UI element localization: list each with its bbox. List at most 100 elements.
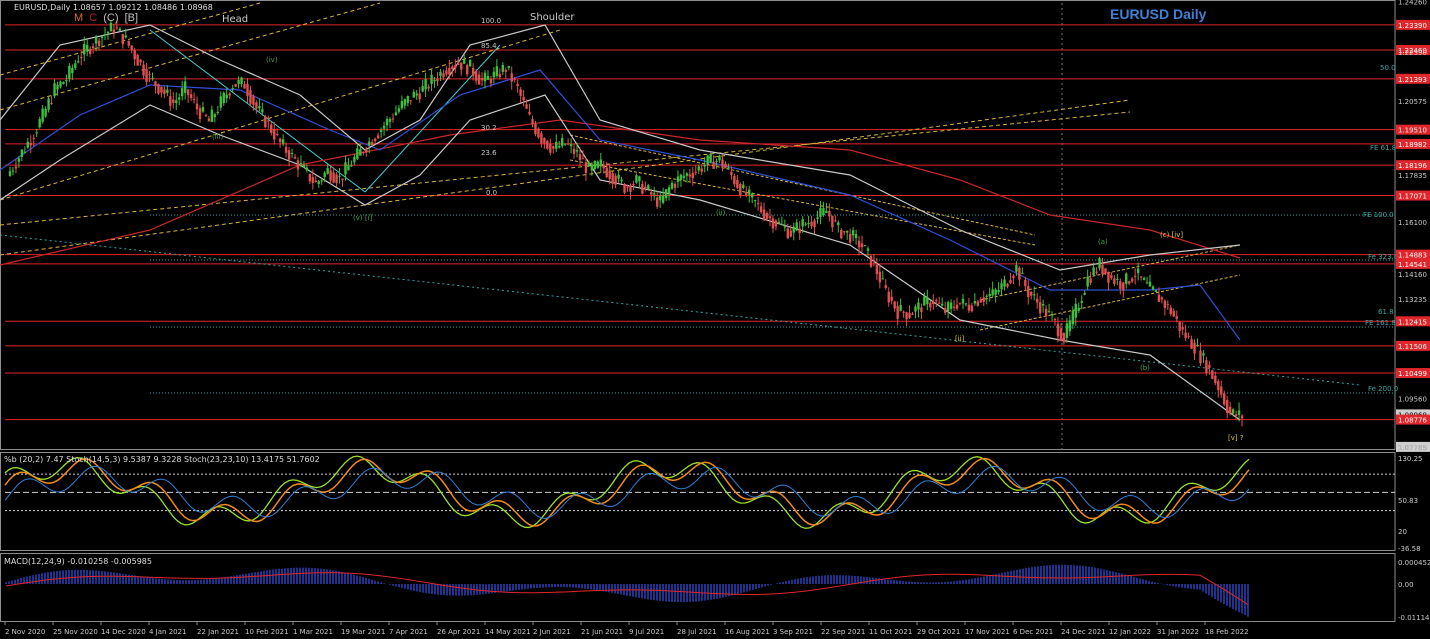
date-label: 26 Apr 2021 [437, 628, 480, 636]
candle-body [587, 162, 591, 167]
date-label: 28 Jul 2021 [677, 628, 717, 636]
candle-body [501, 65, 505, 72]
mode-button-m[interactable]: M [74, 12, 83, 24]
candle-body [831, 215, 834, 228]
price-tick: 1.14160 [1398, 271, 1427, 279]
candle-body [406, 96, 410, 103]
macd-tick: -0.011149 [1398, 614, 1430, 622]
candle-body [617, 174, 620, 179]
candle-body [519, 89, 522, 96]
candle-body [284, 146, 288, 153]
candle-body [145, 69, 148, 82]
candle-body [750, 193, 754, 198]
candle-body [347, 165, 350, 171]
candle-body [8, 171, 12, 176]
candle-body [44, 108, 47, 117]
candle-body [1044, 308, 1048, 317]
chart-annotation: Fe 200.0 [1368, 385, 1398, 393]
candle-body [1169, 307, 1172, 315]
candle-body [923, 296, 926, 306]
candle-body [1187, 335, 1190, 337]
candle-body [237, 80, 240, 85]
price-tick: 1.09560 [1398, 395, 1427, 403]
candle-body [1211, 370, 1214, 379]
mode-button-c[interactable]: C [89, 12, 97, 24]
candle-body [379, 130, 383, 132]
candle-body [1166, 304, 1170, 306]
candle-body [1086, 276, 1089, 287]
candle-body [41, 108, 44, 122]
candle-body [293, 156, 297, 159]
candle-body [507, 65, 510, 68]
candle-body [1104, 268, 1107, 274]
candle-body [730, 171, 733, 176]
candle-body [341, 178, 344, 180]
candle-body [834, 220, 837, 222]
price-tick: 1.19510 [1398, 127, 1427, 135]
candle-body [460, 62, 463, 70]
mode-button-c-paren[interactable]: (C) [103, 12, 118, 24]
candle-body [893, 301, 896, 309]
candle-body [688, 174, 692, 177]
candle-body [344, 162, 347, 175]
candle-body [638, 176, 641, 182]
candle-body [400, 101, 404, 109]
price-label: 1.23390 [1398, 22, 1427, 30]
candle-body [424, 79, 427, 90]
candle-body [884, 285, 887, 289]
candle-body [694, 171, 697, 173]
candle-body [611, 173, 614, 184]
chart-annotation: (iv) [266, 56, 278, 64]
candle-body [409, 100, 412, 102]
candle-body [47, 98, 50, 110]
candle-body [88, 48, 92, 54]
candle-body [558, 146, 561, 148]
candle-body [783, 226, 787, 228]
price-label: 1.12415 [1398, 318, 1427, 326]
stoch-header: %b (20,2) 7.47 Stoch(14,5,3) 9.5387 9.32… [4, 455, 320, 464]
candle-body [1107, 271, 1110, 283]
candle-body [370, 142, 374, 146]
candle-body [881, 278, 885, 280]
candle-body [920, 307, 923, 312]
candle-body [163, 89, 166, 94]
candle-body [890, 296, 893, 301]
candle-body [38, 119, 41, 128]
candle-body [169, 96, 172, 106]
chart-annotation: 50.0 [1380, 64, 1396, 72]
candle-body [982, 297, 985, 302]
mode-button-b[interactable]: [B] [125, 12, 138, 24]
date-label: 10 Feb 2021 [245, 628, 289, 636]
candle-body [362, 152, 365, 154]
candle-body [281, 139, 285, 144]
chart-annotation: (a) [1098, 238, 1108, 246]
candle-body [1053, 319, 1057, 321]
candle-body [682, 175, 686, 178]
candle-body [1154, 290, 1158, 292]
price-label: 1.08776 [1398, 417, 1427, 425]
candle-body [175, 100, 178, 103]
candle-body [706, 155, 709, 165]
macd-tick: 0.00 [1398, 581, 1414, 589]
candle-body [365, 148, 368, 153]
candle-body [207, 118, 211, 122]
candle-body [359, 149, 362, 156]
candle-body [311, 177, 315, 184]
candle-body [91, 46, 95, 49]
candle-body [454, 65, 457, 68]
candle-body [860, 243, 864, 248]
candle-body [124, 35, 127, 38]
candle-body [178, 97, 181, 100]
candle-body [869, 255, 873, 267]
candle-body [952, 306, 956, 308]
date-label: 4 Jan 2021 [149, 628, 187, 636]
candle-body [317, 181, 320, 184]
chart-canvas[interactable]: Head Shoulder 100.0 85.4 30.2 23.6 0.0 50.0 FE 6… [0, 0, 1430, 639]
chart-annotation: 23.6 [481, 149, 497, 157]
candle-body [249, 90, 252, 104]
candle-body [299, 162, 303, 164]
price-tick: 1.17835 [1398, 172, 1427, 180]
candle-body [837, 222, 840, 226]
candle-body [1083, 292, 1086, 295]
candle-body [338, 175, 341, 177]
